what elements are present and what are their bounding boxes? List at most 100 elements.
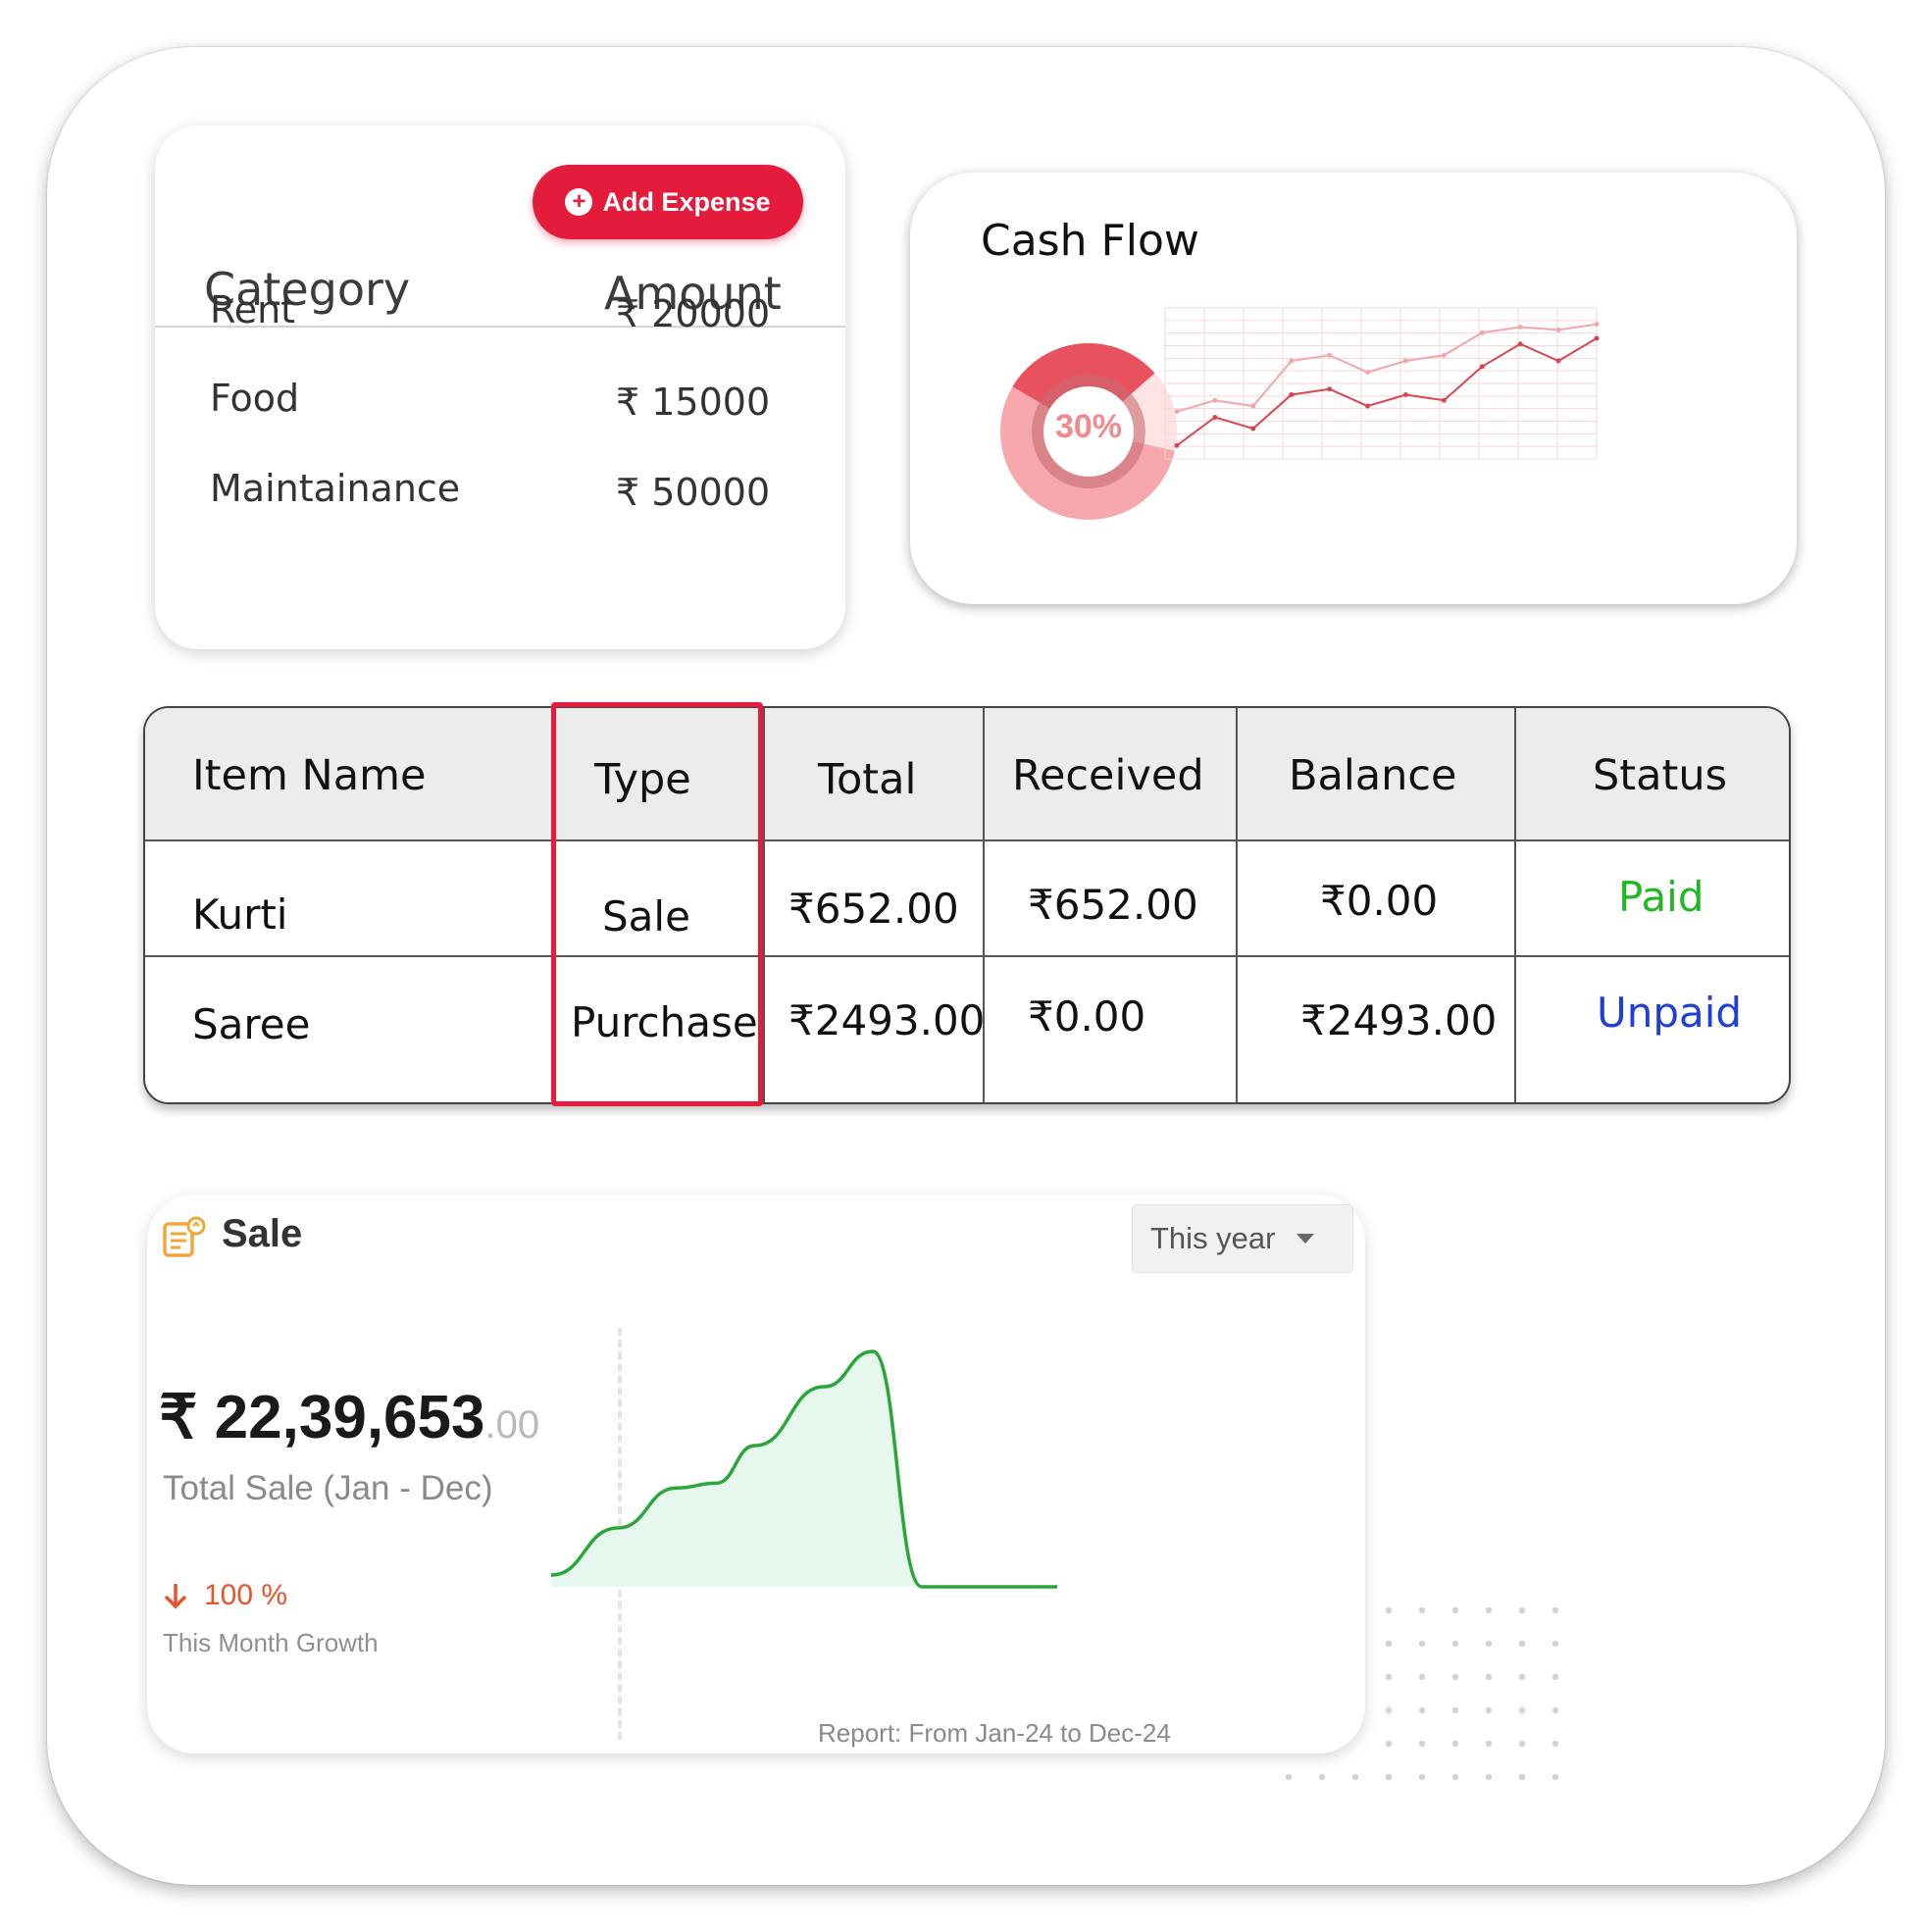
decor-dot — [1485, 1606, 1493, 1614]
data-point — [1250, 403, 1256, 409]
decor-dot — [1518, 1773, 1526, 1781]
sale-card: Sale This year ₹ 22,39,653.00 Total Sale… — [147, 1195, 1365, 1754]
expense-category: Maintainance — [210, 467, 461, 510]
decor-dot — [1451, 1673, 1459, 1681]
data-point — [1517, 325, 1523, 330]
header-balance: Balance — [1289, 751, 1457, 800]
cell-total: ₹652.00 — [788, 885, 959, 933]
decor-dot — [1551, 1606, 1559, 1614]
decor-dot — [1485, 1740, 1493, 1748]
decor-dot — [1551, 1740, 1559, 1748]
data-point — [1250, 426, 1256, 432]
column-divider — [551, 708, 553, 1102]
expense-row: Maintainance ₹ 50000 — [155, 467, 845, 522]
header-type: Type — [594, 755, 691, 804]
decor-dot — [1518, 1640, 1526, 1648]
data-point — [1555, 327, 1561, 332]
header-received: Received — [1012, 751, 1204, 800]
data-point — [1402, 358, 1408, 364]
decor-dot — [1551, 1640, 1559, 1648]
cell-balance: ₹2493.00 — [1300, 996, 1498, 1044]
cash-flow-card: Cash Flow 30% — [910, 173, 1797, 604]
decor-dot — [1518, 1673, 1526, 1681]
data-point — [1594, 335, 1600, 341]
header-item-name: Item Name — [192, 751, 427, 800]
decor-dot — [1485, 1706, 1493, 1714]
decor-dot — [1451, 1706, 1459, 1714]
sale-area-chart — [550, 1349, 1057, 1589]
data-point — [1479, 364, 1485, 370]
decor-dot — [1285, 1773, 1293, 1781]
decor-dot — [1551, 1673, 1559, 1681]
decor-dot — [1451, 1740, 1459, 1748]
cash-flow-chart — [1000, 307, 1600, 520]
expense-row: Food ₹ 15000 — [155, 377, 845, 432]
decor-dot — [1518, 1706, 1526, 1714]
data-point — [1174, 442, 1180, 448]
data-point — [1365, 403, 1371, 409]
decor-dot — [1485, 1773, 1493, 1781]
decor-dot — [1485, 1640, 1493, 1648]
decor-dot — [1385, 1773, 1393, 1781]
status-badge: Paid — [1618, 873, 1704, 921]
data-point — [1289, 392, 1295, 397]
data-point — [1517, 341, 1523, 347]
expense-category: Food — [210, 377, 300, 420]
cell-item: Saree — [192, 1000, 311, 1048]
header-status: Status — [1593, 751, 1728, 800]
data-point — [1594, 322, 1600, 328]
data-point — [1212, 415, 1218, 420]
column-divider — [1236, 708, 1238, 1102]
column-divider — [763, 708, 765, 1102]
data-point — [1174, 409, 1180, 415]
line-chart-grid — [1164, 307, 1598, 460]
decor-dot — [1385, 1640, 1393, 1648]
line-chart — [1174, 322, 1600, 448]
data-point — [1441, 352, 1447, 358]
decor-dot — [1451, 1773, 1459, 1781]
data-point — [1327, 352, 1333, 358]
decor-dot — [1551, 1773, 1559, 1781]
header-total: Total — [818, 755, 917, 804]
series-line — [1176, 337, 1598, 447]
cell-received: ₹0.00 — [1028, 992, 1146, 1041]
cell-type: Purchase — [571, 998, 758, 1046]
decor-dot — [1418, 1706, 1426, 1714]
status-badge: Unpaid — [1597, 989, 1743, 1037]
cell-item: Kurti — [192, 890, 288, 939]
plus-circle-icon: + — [565, 188, 593, 216]
decor-dot — [1418, 1673, 1426, 1681]
data-point — [1479, 330, 1485, 335]
data-point — [1441, 397, 1447, 403]
cell-received: ₹652.00 — [1028, 881, 1198, 929]
cell-type: Sale — [602, 892, 690, 941]
donut-percent-label: 30% — [1054, 408, 1123, 445]
data-point — [1289, 358, 1295, 364]
transactions-table: Item Name Type Total Received Balance St… — [143, 706, 1791, 1104]
add-expense-label: Add Expense — [602, 186, 771, 217]
decor-dot — [1351, 1773, 1359, 1781]
add-expense-button[interactable]: + Add Expense — [533, 165, 803, 239]
cell-balance: ₹0.00 — [1320, 877, 1439, 925]
column-divider — [1514, 708, 1516, 1102]
decor-dot — [1418, 1773, 1426, 1781]
data-point — [1402, 392, 1408, 397]
area-fill — [551, 1351, 1057, 1587]
data-point — [1555, 358, 1561, 364]
decor-dot — [1385, 1740, 1393, 1748]
decor-dot — [1451, 1606, 1459, 1614]
expense-amount: ₹ 15000 — [616, 381, 771, 424]
data-point — [1365, 370, 1371, 375]
expense-card: + Add Expense Category Amount Rent ₹ 200… — [155, 126, 845, 649]
cell-total: ₹2493.00 — [788, 996, 986, 1044]
row-divider — [145, 955, 1789, 957]
expense-category: Rent — [210, 288, 296, 331]
decor-dot — [1518, 1606, 1526, 1614]
decor-dot — [1418, 1606, 1426, 1614]
decor-dot — [1518, 1740, 1526, 1748]
decor-dot — [1385, 1706, 1393, 1714]
decor-dot — [1418, 1640, 1426, 1648]
decor-dot — [1485, 1673, 1493, 1681]
decor-dot — [1451, 1640, 1459, 1648]
decor-dot — [1551, 1706, 1559, 1714]
